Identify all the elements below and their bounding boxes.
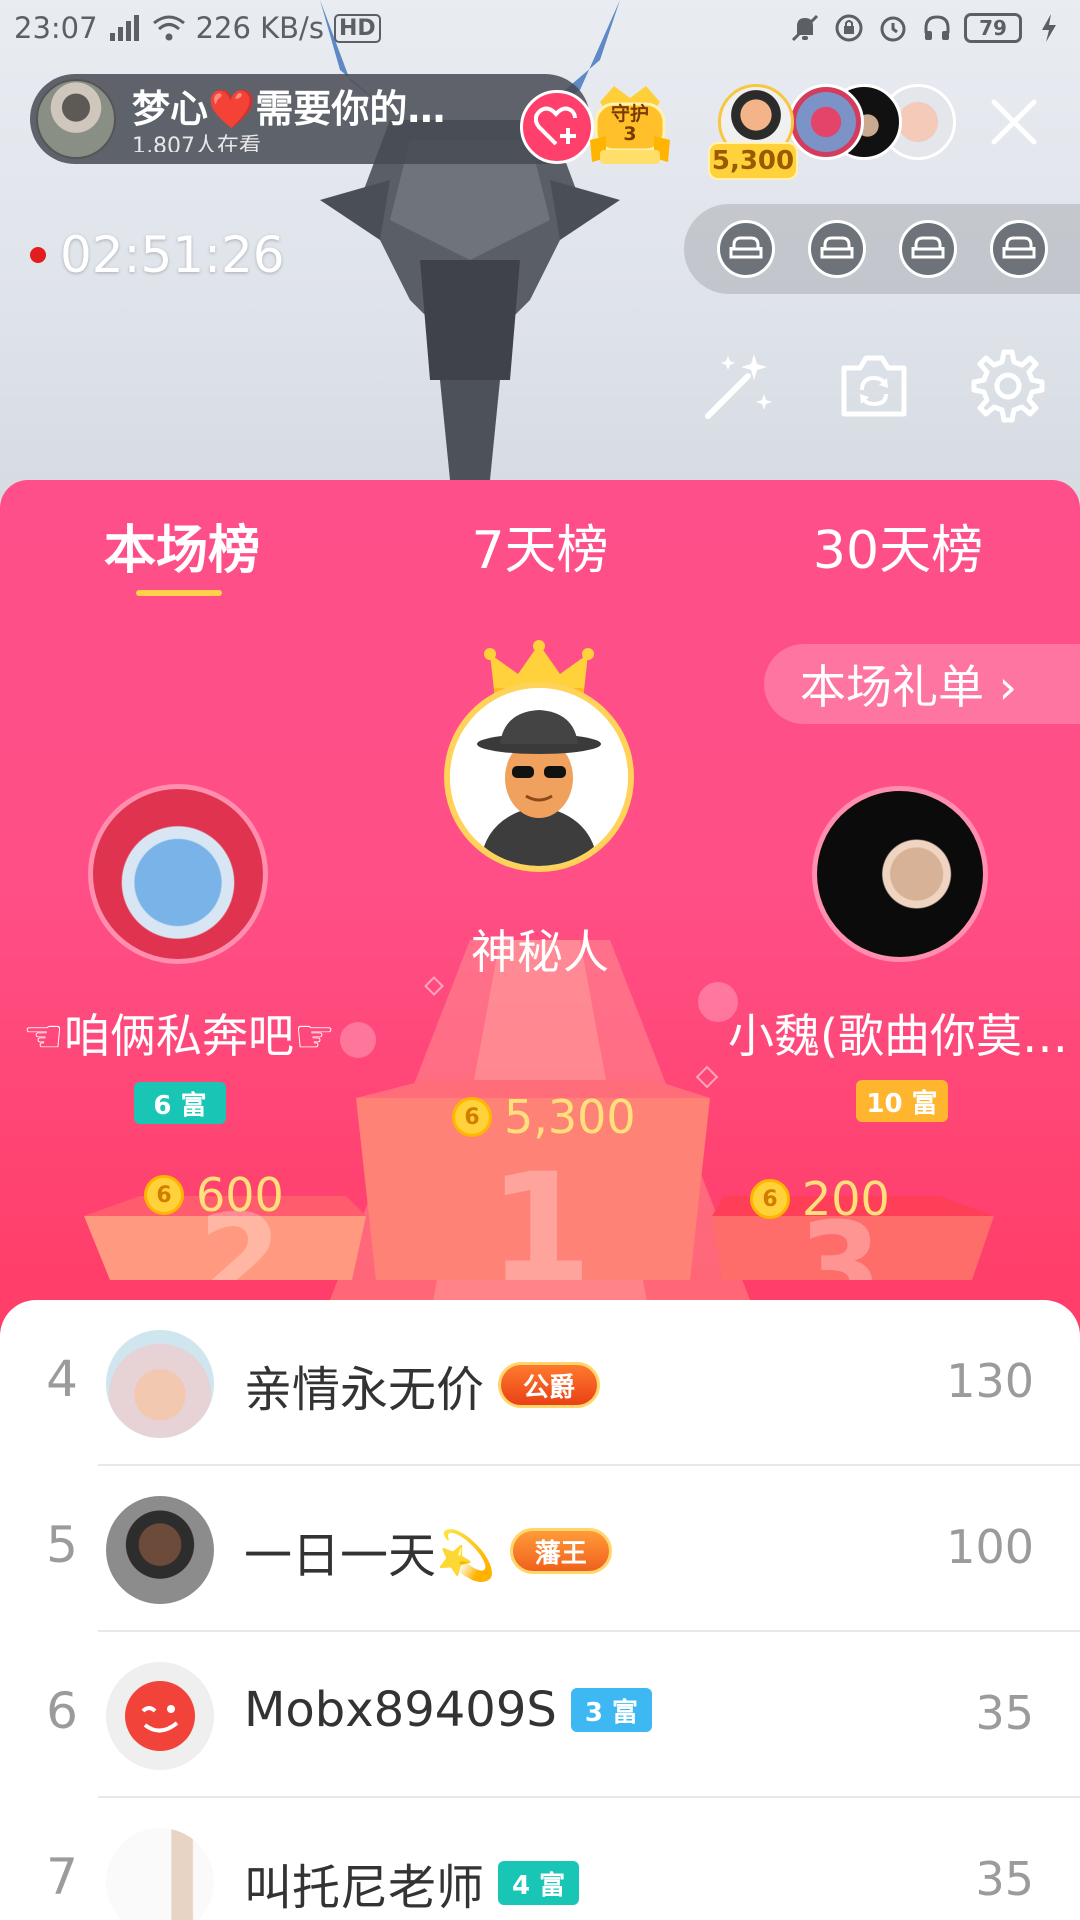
ranking-tabs: 本场榜 7天榜 30天榜	[0, 480, 1080, 600]
tab-current-session[interactable]: 本场榜	[32, 508, 332, 583]
ranking-list: 4 亲情永无价 公爵 130 5 一日一天💫 藩王 100 6 Mobx8940…	[0, 1300, 1080, 1920]
host-info-pill[interactable]: 梦心❤️需要你的… 1,807人在看	[30, 74, 590, 164]
empty-seat-1[interactable]	[716, 220, 775, 278]
empty-seat-4[interactable]	[989, 220, 1048, 278]
user-name: 一日一天💫	[244, 1528, 496, 1584]
user-avatar[interactable]	[106, 1828, 214, 1920]
battery-indicator: 79	[964, 13, 1022, 43]
settings-gear-icon[interactable]	[968, 346, 1048, 426]
first-place-avatar[interactable]	[444, 682, 634, 872]
top-viewer-gift-count: 5,300	[708, 142, 798, 180]
cellular-signal-icon	[108, 11, 142, 45]
network-speed: 226 KB/s	[195, 11, 324, 45]
heart-plus-icon	[534, 106, 577, 146]
guard-badge[interactable]: 守护 3	[586, 80, 674, 170]
tab-30-days[interactable]: 30天榜	[748, 508, 1048, 583]
empty-seat-2[interactable]	[807, 220, 866, 278]
list-item[interactable]: 5 一日一天💫 藩王 100	[0, 1466, 1080, 1632]
second-place-score-value: 600	[196, 1168, 284, 1222]
third-place-score-value: 200	[802, 1172, 890, 1226]
beauty-magic-wand-icon[interactable]	[698, 346, 778, 426]
user-score: 100	[946, 1520, 1034, 1574]
user-name: 叫托尼老师	[244, 1860, 485, 1916]
title-badge: 藩王	[509, 1528, 612, 1574]
hd-voice-icon: HD	[333, 13, 381, 43]
clock: 23:07	[14, 11, 98, 45]
mute-bell-icon	[788, 11, 822, 45]
rank-number: 5	[46, 1516, 78, 1574]
guard-count: 3	[623, 123, 637, 145]
rank-number: 7	[46, 1848, 78, 1906]
coin-icon: 6	[144, 1175, 184, 1215]
rank-number: 6	[46, 1682, 78, 1740]
tab-7-days[interactable]: 7天榜	[390, 508, 690, 583]
svg-text:1: 1	[488, 1142, 592, 1280]
first-place-score: 6 5,300	[452, 1090, 636, 1144]
list-item[interactable]: 4 亲情永无价 公爵 130	[0, 1300, 1080, 1466]
host-name: 梦心❤️需要你的…	[132, 87, 446, 131]
sofa-icon	[1002, 236, 1035, 259]
user-name: Mobx89409S	[244, 1682, 557, 1738]
alarm-icon	[876, 11, 910, 45]
list-item[interactable]: 6 Mobx89409S 3 富 35	[0, 1632, 1080, 1798]
empty-seat-3[interactable]	[898, 220, 957, 278]
second-place-avatar[interactable]	[88, 784, 268, 964]
second-place-score: 6 600	[144, 1168, 284, 1222]
rich-level-badge: 4 富	[498, 1861, 580, 1905]
rich-level-badge: 3 富	[570, 1688, 652, 1732]
live-duration: 02:51:26	[60, 226, 285, 284]
user-avatar[interactable]	[106, 1662, 214, 1770]
list-item[interactable]: 7 叫托尼老师 4 富 35	[0, 1798, 1080, 1920]
coin-icon: 6	[750, 1179, 790, 1219]
second-place-rich-badge: 6 富	[134, 1082, 226, 1124]
podium-blocks: 1 2 3	[84, 1080, 994, 1280]
first-place-name: 神秘人	[471, 925, 609, 979]
coin-icon: 6	[452, 1097, 492, 1137]
host-avatar[interactable]	[36, 79, 116, 159]
sofa-icon	[820, 236, 853, 259]
guest-seats-bar	[684, 204, 1080, 294]
mystery-person-icon	[450, 688, 628, 866]
rotation-lock-icon	[832, 11, 866, 45]
headphones-icon	[920, 11, 954, 45]
deer-head-sculpture	[320, 0, 620, 480]
sofa-icon	[729, 236, 762, 259]
close-icon[interactable]	[982, 90, 1046, 154]
first-place-score-value: 5,300	[504, 1090, 636, 1144]
rank-number: 4	[46, 1350, 78, 1408]
gift-list-button[interactable]: 本场礼单 ›	[764, 644, 1080, 724]
host-viewer-count: 1,807人在看	[132, 134, 261, 152]
third-place-avatar[interactable]	[812, 786, 988, 962]
switch-camera-icon[interactable]	[834, 346, 914, 426]
third-place-name: 小魏(歌曲你莫…	[728, 1009, 1068, 1063]
live-timer: 02:51:26	[30, 226, 285, 284]
second-place-name: ☜咱俩私奔吧☞	[22, 1009, 336, 1063]
user-score: 35	[975, 1852, 1034, 1906]
active-tab-indicator	[136, 590, 222, 596]
third-place-rich-badge: 10 富	[856, 1080, 948, 1122]
sofa-icon	[911, 236, 944, 259]
user-avatar[interactable]	[106, 1496, 214, 1604]
user-avatar[interactable]	[106, 1330, 214, 1438]
user-score: 130	[946, 1354, 1034, 1408]
user-score: 35	[975, 1686, 1034, 1740]
user-name: 亲情永无价	[244, 1362, 485, 1418]
wink-face-icon	[125, 1681, 195, 1751]
status-bar: 23:07 226 KB/s HD 79	[0, 0, 1080, 56]
follow-button[interactable]	[520, 90, 594, 164]
guard-label: 守护	[610, 103, 649, 125]
top-viewer-avatar-2[interactable]	[788, 84, 864, 160]
recording-dot-icon	[30, 247, 46, 263]
charging-bolt-icon	[1032, 11, 1066, 45]
wifi-icon	[152, 11, 186, 45]
third-place-score: 6 200	[750, 1172, 890, 1226]
title-badge: 公爵	[498, 1362, 601, 1408]
